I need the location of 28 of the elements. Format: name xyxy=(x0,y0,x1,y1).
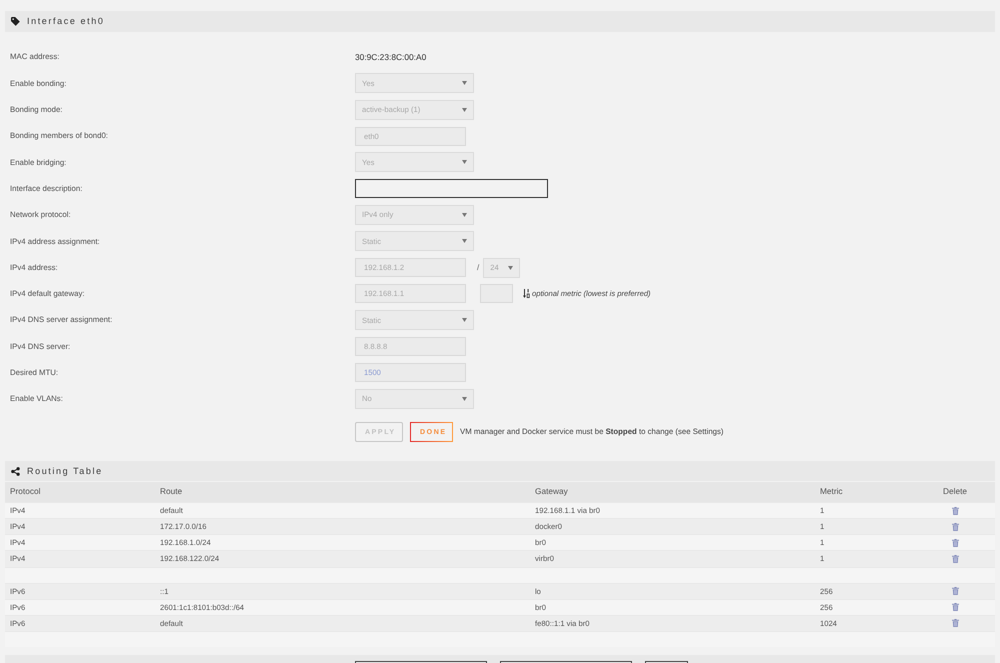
trash-icon[interactable] xyxy=(952,603,958,612)
caret-icon xyxy=(462,160,467,164)
text-field[interactable] xyxy=(355,179,548,198)
column-header: Protocol xyxy=(9,487,42,498)
panel-title: Routing Table xyxy=(27,466,103,477)
caret-icon xyxy=(462,239,467,244)
column-header: Delete xyxy=(943,487,967,498)
caret-icon xyxy=(462,81,467,86)
trash-icon[interactable] xyxy=(952,554,958,563)
caret-icon xyxy=(462,212,467,217)
trash-icon[interactable] xyxy=(952,619,958,628)
share-icon xyxy=(11,466,20,476)
trash-icon[interactable] xyxy=(952,538,958,547)
trash-icon[interactable] xyxy=(952,522,958,531)
caret-icon xyxy=(462,318,467,322)
caret-icon xyxy=(462,397,467,401)
slash-separator: / xyxy=(477,262,480,272)
caret-icon xyxy=(462,108,467,112)
caret-icon xyxy=(508,266,514,270)
trash-icon[interactable] xyxy=(952,587,958,596)
tag-icon xyxy=(11,17,20,26)
trash-icon[interactable] xyxy=(952,506,958,515)
column-header: Route xyxy=(159,487,184,498)
panel-title: Interface eth0 xyxy=(27,16,104,27)
mac-address-value: 30:9C:23:8C:00:A0 xyxy=(355,52,426,62)
sort-icon xyxy=(523,289,530,298)
column-header: Gateway xyxy=(534,487,569,498)
column-header: Metric xyxy=(819,487,844,498)
